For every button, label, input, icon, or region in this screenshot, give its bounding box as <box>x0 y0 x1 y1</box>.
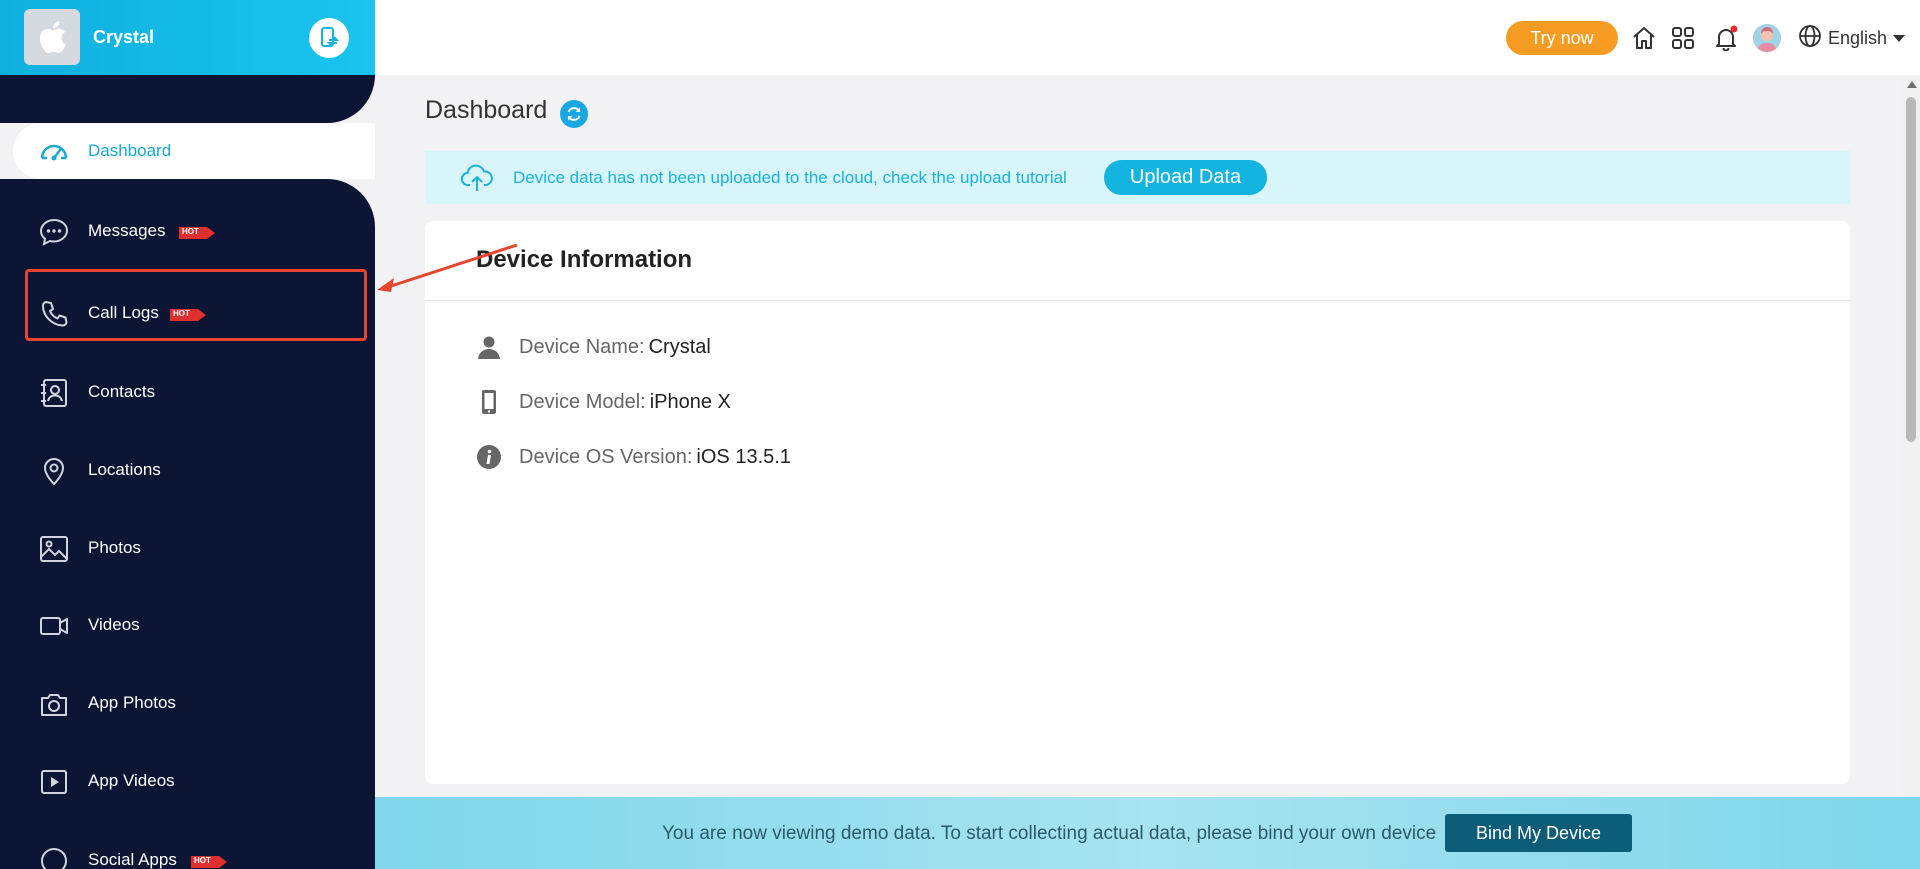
sidebar-item-label: Videos <box>88 615 140 634</box>
phone-device-icon <box>476 389 502 415</box>
scrollbar[interactable] <box>1902 75 1920 797</box>
location-pin-icon <box>38 455 70 487</box>
hot-badge: HOT <box>179 226 215 239</box>
demo-banner-text: You are now viewing demo data. To start … <box>662 823 1437 844</box>
try-now-button[interactable]: Try now <box>1506 21 1618 55</box>
sidebar-curve <box>0 75 375 123</box>
cloud-upload-icon <box>460 163 493 193</box>
info-key: Device Model: <box>519 390 646 413</box>
info-key: Device OS Version: <box>519 445 693 468</box>
device-name-label: Crystal <box>93 27 155 47</box>
call-logs-highlight-box <box>25 269 367 341</box>
info-value: iPhone X <box>649 390 731 413</box>
avatar[interactable] <box>1753 24 1781 52</box>
chevron-down-icon <box>1893 30 1906 48</box>
info-value: iOS 13.5.1 <box>696 445 791 468</box>
upload-notice: Device data has not been uploaded to the… <box>425 151 1851 204</box>
sidebar-item-label: App Videos <box>88 771 175 790</box>
upload-data-button[interactable]: Upload Data <box>1104 160 1267 195</box>
contacts-icon <box>38 377 70 409</box>
notification-bell-icon[interactable] <box>1713 25 1739 52</box>
divider <box>425 300 1850 301</box>
dashboard-icon <box>38 136 70 168</box>
user-icon <box>476 334 502 360</box>
sidebar-item-label: Contacts <box>88 382 156 401</box>
sidebar-item-label: Social Apps <box>88 850 177 869</box>
device-os-row: Device OS Version: iOS 13.5.1 <box>476 442 791 472</box>
hot-badge: HOT <box>191 855 227 868</box>
apple-logo-icon <box>24 9 80 65</box>
sidebar-item-social-apps[interactable]: Social Apps HOT <box>0 832 375 869</box>
play-icon <box>38 766 70 798</box>
sidebar-item-locations[interactable]: Locations <box>0 442 375 498</box>
sidebar-item-app-photos[interactable]: App Photos <box>0 675 375 731</box>
sidebar-item-messages[interactable]: Messages HOT <box>0 203 375 259</box>
home-icon[interactable] <box>1631 25 1657 51</box>
sidebar-item-app-videos[interactable]: App Videos <box>0 753 375 809</box>
sidebar-item-label: App Photos <box>88 693 176 712</box>
sidebar-item-photos[interactable]: Photos <box>0 520 375 576</box>
scrollbar-thumb[interactable] <box>1906 97 1916 442</box>
refresh-icon[interactable] <box>560 100 588 128</box>
switch-device-icon[interactable] <box>309 18 349 58</box>
bind-my-device-button[interactable]: Bind My Device <box>1445 814 1632 852</box>
sidebar-header: Crystal <box>0 0 375 75</box>
globe-icon <box>1798 24 1822 53</box>
sidebar: Crystal Dashboard Messages HOT Call Logs <box>0 0 375 869</box>
photo-icon <box>38 533 70 565</box>
info-value: Crystal <box>648 335 711 358</box>
language-selector[interactable]: English <box>1798 24 1906 53</box>
message-icon <box>38 216 70 248</box>
sidebar-item-label: Locations <box>88 460 161 479</box>
video-camera-icon <box>38 610 70 642</box>
sidebar-item-label: Photos <box>88 538 141 557</box>
demo-data-banner: You are now viewing demo data. To start … <box>375 797 1920 869</box>
sidebar-item-contacts[interactable]: Contacts <box>0 364 375 420</box>
camera-icon <box>38 688 70 720</box>
sidebar-item-videos[interactable]: Videos <box>0 597 375 653</box>
apps-grid-icon[interactable] <box>1670 25 1696 51</box>
sidebar-item-label: Dashboard <box>88 141 172 160</box>
sidebar-item-dashboard[interactable]: Dashboard <box>13 123 375 179</box>
info-icon <box>476 444 502 470</box>
device-name-row: Device Name: Crystal <box>476 332 711 362</box>
chat-bubble-icon <box>38 845 70 869</box>
device-info-card: Device Information Device Name: Crystal … <box>425 221 1850 784</box>
upload-notice-text[interactable]: Device data has not been uploaded to the… <box>513 168 1067 188</box>
card-title: Device Information <box>476 246 693 273</box>
scroll-up-arrow-icon[interactable] <box>1907 81 1917 88</box>
sidebar-item-label: Messages <box>88 221 166 240</box>
language-label: English <box>1828 28 1888 48</box>
info-key: Device Name: <box>519 335 645 358</box>
device-model-row: Device Model: iPhone X <box>476 387 731 417</box>
page-title: Dashboard <box>425 96 548 124</box>
